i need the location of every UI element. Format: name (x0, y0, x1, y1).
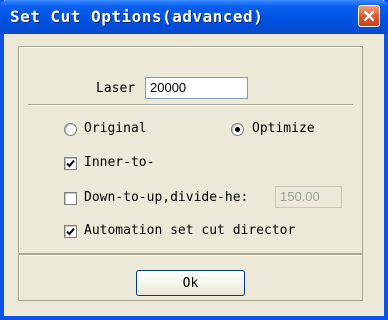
optimize-radio[interactable] (231, 123, 244, 136)
ok-button[interactable]: Ok (136, 270, 245, 296)
original-radio[interactable] (64, 123, 77, 136)
original-label[interactable]: Original (84, 121, 147, 136)
close-button[interactable] (358, 5, 380, 27)
close-icon (363, 10, 375, 22)
laser-input[interactable]: 20000 (145, 77, 248, 99)
divide-height-input[interactable]: 150.00 (275, 186, 342, 208)
automation-label[interactable]: Automation set cut director (84, 223, 295, 238)
checkmark-icon (66, 159, 75, 168)
section-divider (28, 104, 353, 106)
inner-to-label[interactable]: Inner-to- (84, 155, 154, 170)
optimize-label[interactable]: Optimize (252, 121, 315, 136)
automation-checkbox[interactable] (64, 225, 77, 238)
checkmark-icon (66, 227, 75, 236)
down-to-up-label[interactable]: Down-to-up,divide-he: (84, 190, 248, 205)
title-bar[interactable]: Set Cut Options(advanced) (0, 0, 388, 34)
ok-button-label: Ok (182, 275, 199, 291)
dialog-title: Set Cut Options(advanced) (10, 7, 264, 26)
inner-to-checkbox[interactable] (64, 157, 77, 170)
down-to-up-checkbox[interactable] (64, 192, 77, 205)
laser-label: Laser (96, 81, 136, 96)
